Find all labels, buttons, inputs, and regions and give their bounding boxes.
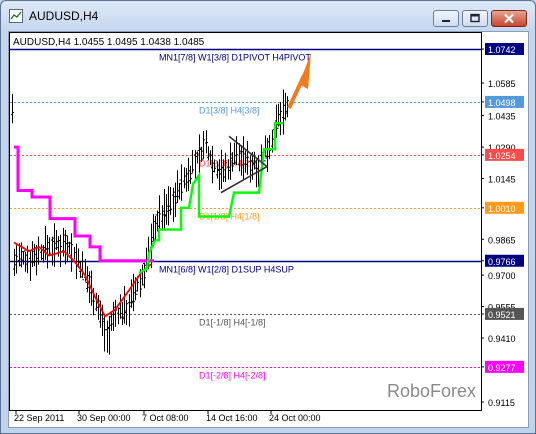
time-axis-label: 24 Oct 00:00 [269, 413, 321, 423]
title-bar[interactable]: AUDUSD,H4 [1, 1, 535, 31]
price-scale-label: 1.0254 [488, 151, 516, 161]
close-icon [504, 13, 514, 24]
price-chart[interactable]: MN1[7/8] W1[3/8] D1PIVOT H4PIVOT D1[3/8] … [9, 32, 528, 427]
chart-header: AUDUSD,H4 1.0455 1.0495 1.0438 1.0485 [13, 37, 205, 48]
chart-window: AUDUSD,H4 MN1[7/8] W1[3/8] D1PIVOT H4PIV… [0, 0, 536, 434]
minimize-icon [442, 20, 450, 22]
watermark: RoboForex [387, 381, 476, 401]
price-scale-label: 0.9766 [488, 257, 516, 267]
time-axis-label: 30 Sep 00:00 [77, 413, 131, 423]
price-scale-label: 0.9865 [488, 235, 516, 245]
level-label: D1[-2/8] H4[-2/8] [199, 371, 266, 381]
close-button[interactable] [491, 10, 527, 27]
chart-area[interactable]: MN1[7/8] W1[3/8] D1PIVOT H4PIVOT D1[3/8] … [8, 31, 529, 428]
restore-button[interactable] [462, 10, 488, 27]
price-scale-label: 1.0010 [488, 204, 516, 214]
restore-icon [470, 13, 480, 23]
resistance-line [14, 145, 154, 263]
price-scale-label: 0.9700 [488, 271, 516, 281]
level-label: D1[3/8] H4[3/8] [199, 106, 260, 116]
level-label: MN1[6/8] W1[2/8] D1SUP H4SUP [159, 265, 294, 275]
time-axis-label: 7 Oct 08:00 [142, 413, 189, 423]
price-scale-label: 0.9115 [488, 398, 515, 408]
time-axis-label: 14 Oct 16:00 [206, 413, 258, 423]
price-scale-label: 1.0742 [488, 45, 516, 55]
chart-app-icon [9, 9, 23, 23]
time-axis-label: 22 Sep 2011 [14, 413, 64, 423]
price-scale-label: 0.9277 [488, 363, 516, 373]
plot-border [9, 32, 482, 411]
level-label: D1[-1/8] H4[-1/8] [199, 318, 266, 328]
minimize-button[interactable] [433, 10, 459, 27]
price-scale-label: 1.0585 [488, 79, 516, 89]
window-title: AUDUSD,H4 [29, 9, 99, 23]
level-label: MN1[7/8] W1[3/8] D1PIVOT H4PIVOT [159, 53, 311, 63]
price-scale-label: 1.0435 [488, 112, 516, 122]
price-scale-label: 1.0498 [488, 98, 516, 108]
price-scale-label: 0.9521 [488, 310, 516, 320]
price-scale-label: 0.9410 [488, 334, 516, 344]
price-scale-label: 1.0145 [488, 175, 516, 185]
